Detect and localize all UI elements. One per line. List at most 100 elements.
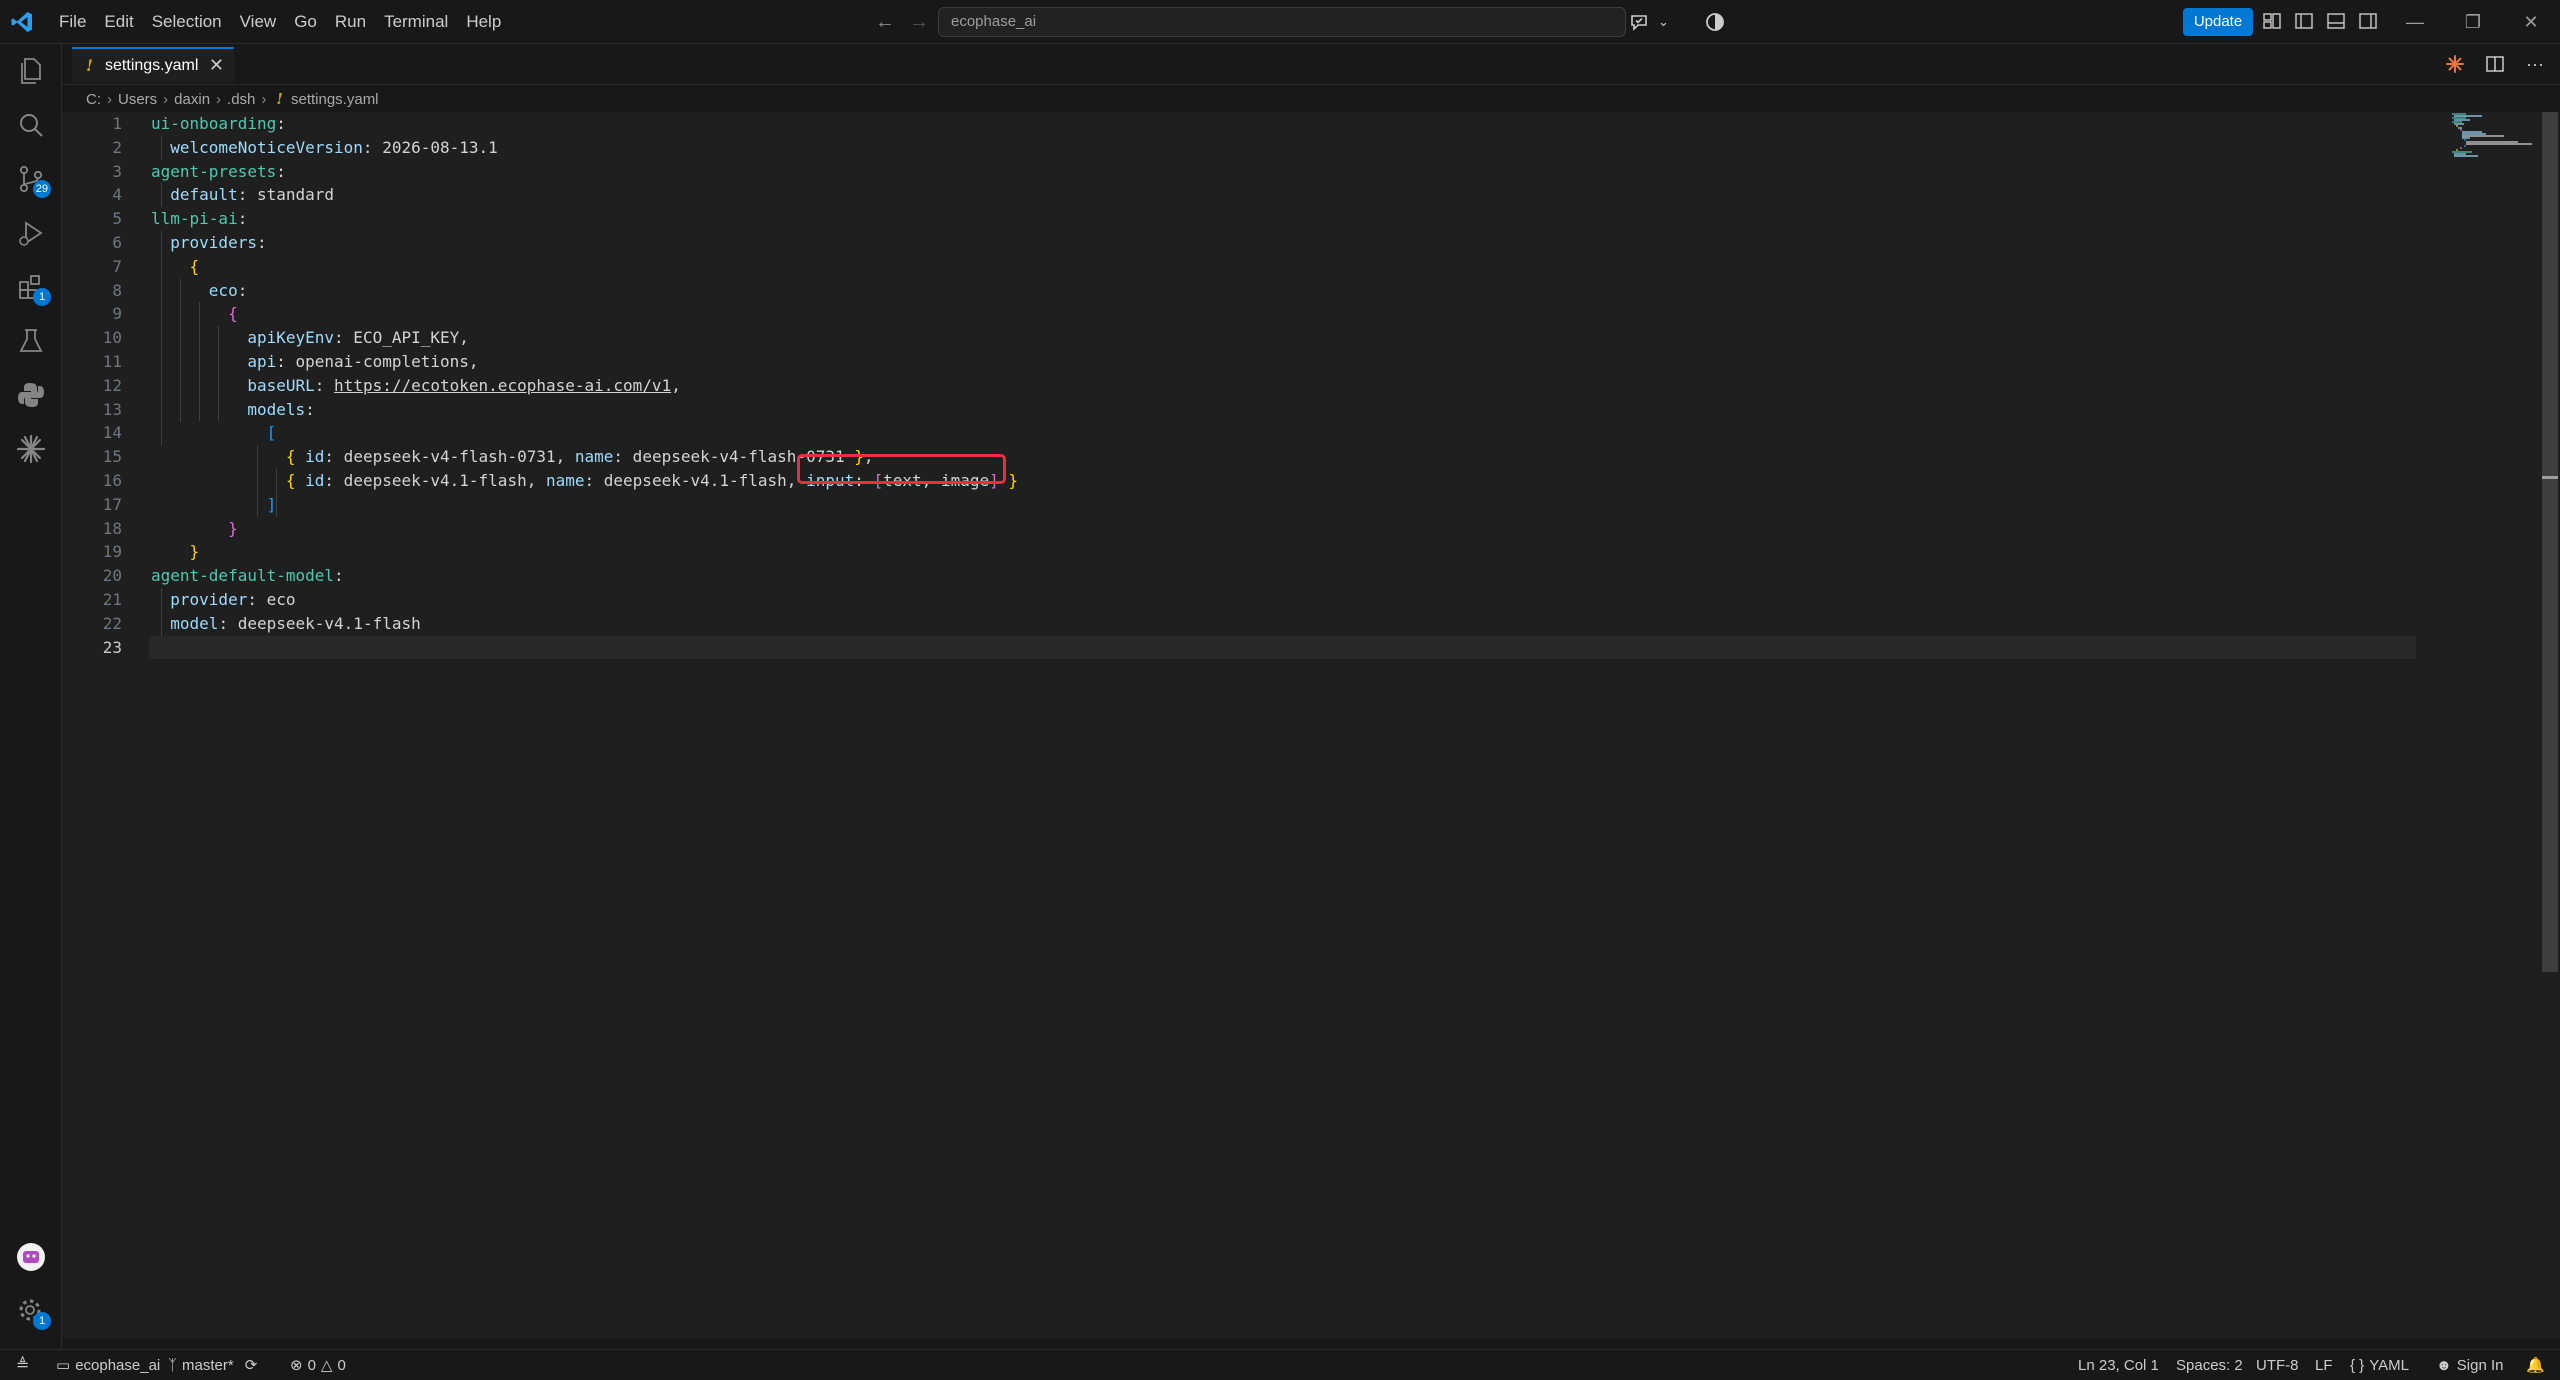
encoding-indicator[interactable]: UTF-8 [2256,1350,2299,1380]
language-mode[interactable]: { } YAML [2350,1350,2409,1380]
sync-icon[interactable]: ⟳ [245,1350,258,1380]
split-editor-icon[interactable] [2484,53,2506,75]
line-number: 4 [112,185,122,205]
back-arrow-icon[interactable]: ← [872,10,898,34]
code-line[interactable]: { id: deepseek-v4-flash-0731, name: deep… [151,445,2481,469]
layout-controls [2262,11,2378,31]
customize-layout-icon[interactable] [2262,11,2282,31]
manage-settings-button[interactable]: 1 [14,1294,51,1330]
code-line[interactable]: agent-default-model: [151,564,2481,588]
code-line[interactable]: providers: [151,231,2481,255]
chat-toggle-button[interactable]: ⌄ [1628,9,1684,35]
command-center-search[interactable]: ecophase_ai [938,7,1626,37]
code-line[interactable]: default: standard [151,183,2481,207]
code-line[interactable]: } [151,517,2481,541]
close-icon[interactable]: ✕ [209,55,224,76]
menu-help[interactable]: Help [457,7,510,37]
language-name: YAML [2369,1357,2409,1374]
explorer-icon[interactable] [14,54,48,88]
copilot-status-icon[interactable] [1704,11,1726,33]
extensions-button[interactable]: 1 [14,270,51,306]
search-icon[interactable] [14,108,48,142]
code-line[interactable]: } [151,540,2481,564]
code-line[interactable]: baseURL: https://ecotoken.ecophase-ai.co… [151,374,2481,398]
close-window-icon[interactable]: ✕ [2502,0,2560,44]
folder-icon: ▭ [56,1357,71,1374]
toggle-secondary-sidebar-icon[interactable] [2358,11,2378,31]
breadcrumb-users[interactable]: Users [118,91,157,108]
remote-icon: ≜ [16,1357,30,1374]
python-icon[interactable] [14,378,48,412]
code-line[interactable]: api: openai-completions, [151,350,2481,374]
menu-selection[interactable]: Selection [143,7,231,37]
ai-spark-orange-icon[interactable] [2444,53,2466,75]
code-editor[interactable]: 1 2 3 4 5 6 7 8 9 10 11 12 13 14 15 16 17 18 19 20 21 22 23 ui… [62,112,2560,1338]
code-line[interactable]: { [151,302,2481,326]
chevron-right-icon: › [261,90,267,108]
menu-edit[interactable]: Edit [95,7,142,37]
code-line[interactable] [149,635,2416,660]
code-line[interactable]: { [151,255,2481,279]
sign-in-button[interactable]: ☻ Sign In [2436,1350,2504,1380]
status-bar: ≜ ▭ ecophase_ai ᛉ master* ⟳ ⊗ 0 △ 0 Ln 2… [0,1349,2560,1380]
code-area[interactable]: ui-onboarding: welcomeNoticeVersion: 202… [149,112,2481,660]
menu-bar: File Edit Selection View Go Run Terminal… [50,0,510,44]
title-bar: File Edit Selection View Go Run Terminal… [0,0,2560,44]
notifications-bell-icon[interactable]: 🔔 [2526,1350,2545,1380]
toggle-panel-icon[interactable] [2326,11,2346,31]
code-line[interactable]: llm-pi-ai: [151,207,2481,231]
run-debug-icon[interactable] [14,216,48,250]
breadcrumb-dsh[interactable]: .dsh [227,91,255,108]
line-number: 22 [102,613,122,633]
minimize-icon[interactable]: — [2386,0,2444,44]
code-line[interactable]: apiKeyEnv: ECO_API_KEY, [151,326,2481,350]
line-number: 8 [112,280,122,300]
eol-indicator[interactable]: LF [2315,1350,2333,1380]
problems-indicator[interactable]: ⊗ 0 △ 0 [290,1350,346,1380]
toggle-primary-sidebar-icon[interactable] [2294,11,2314,31]
vertical-scrollbar[interactable] [2542,112,2558,972]
line-number: 2 [112,137,122,157]
restore-icon[interactable]: ❐ [2444,0,2502,44]
menu-go[interactable]: Go [285,7,326,37]
code-line[interactable]: agent-presets: [151,160,2481,184]
menu-run[interactable]: Run [326,7,375,37]
testing-flask-icon[interactable] [14,324,48,358]
warning-triangle-icon: △ [320,1357,333,1374]
code-line[interactable]: welcomeNoticeVersion: 2026-08-13.1 [151,136,2481,160]
chevron-right-icon: › [216,90,222,108]
chevron-right-icon: › [107,90,112,108]
error-icon: ⊗ [290,1357,303,1374]
ai-spark-icon[interactable] [14,432,48,466]
code-line[interactable]: models: [151,398,2481,422]
forward-arrow-icon[interactable]: → [906,10,932,34]
breadcrumb-daxin[interactable]: daxin [174,91,210,108]
accounts-button[interactable] [14,1240,48,1274]
chevron-down-icon[interactable]: ⌄ [1658,14,1669,30]
tab-settings-yaml[interactable]: ! settings.yaml ✕ [72,47,234,82]
code-line[interactable]: [ [151,421,2481,445]
menu-file[interactable]: File [50,7,95,37]
menu-view[interactable]: View [231,7,286,37]
code-line[interactable]: { id: deepseek-v4.1-flash, name: deepsee… [151,469,2481,493]
code-line[interactable]: provider: eco [151,588,2481,612]
branch-indicator[interactable]: ᛉ master* ⟳ [168,1350,257,1380]
line-number: 11 [102,351,122,371]
indentation-indicator[interactable]: Spaces: 2 [2176,1350,2243,1380]
code-line[interactable]: ] [151,493,2481,517]
code-line[interactable]: eco: [151,279,2481,303]
minimap[interactable] [2448,112,2538,172]
breadcrumb-drive[interactable]: C: [86,91,101,108]
update-button[interactable]: Update [2183,8,2253,36]
line-number: 5 [112,209,122,229]
settings-badge: 1 [33,1312,51,1330]
code-line[interactable]: ui-onboarding: [151,112,2481,136]
breadcrumb-file[interactable]: settings.yaml [291,91,379,108]
menu-terminal[interactable]: Terminal [375,7,457,37]
more-actions-icon[interactable]: ··· [2524,53,2546,75]
code-line[interactable]: model: deepseek-v4.1-flash [151,612,2481,636]
cursor-position[interactable]: Ln 23, Col 1 [2078,1350,2159,1380]
remote-indicator[interactable]: ≜ [16,1350,29,1380]
source-control-button[interactable]: 29 [14,162,51,198]
workspace-indicator[interactable]: ▭ ecophase_ai [56,1350,160,1380]
